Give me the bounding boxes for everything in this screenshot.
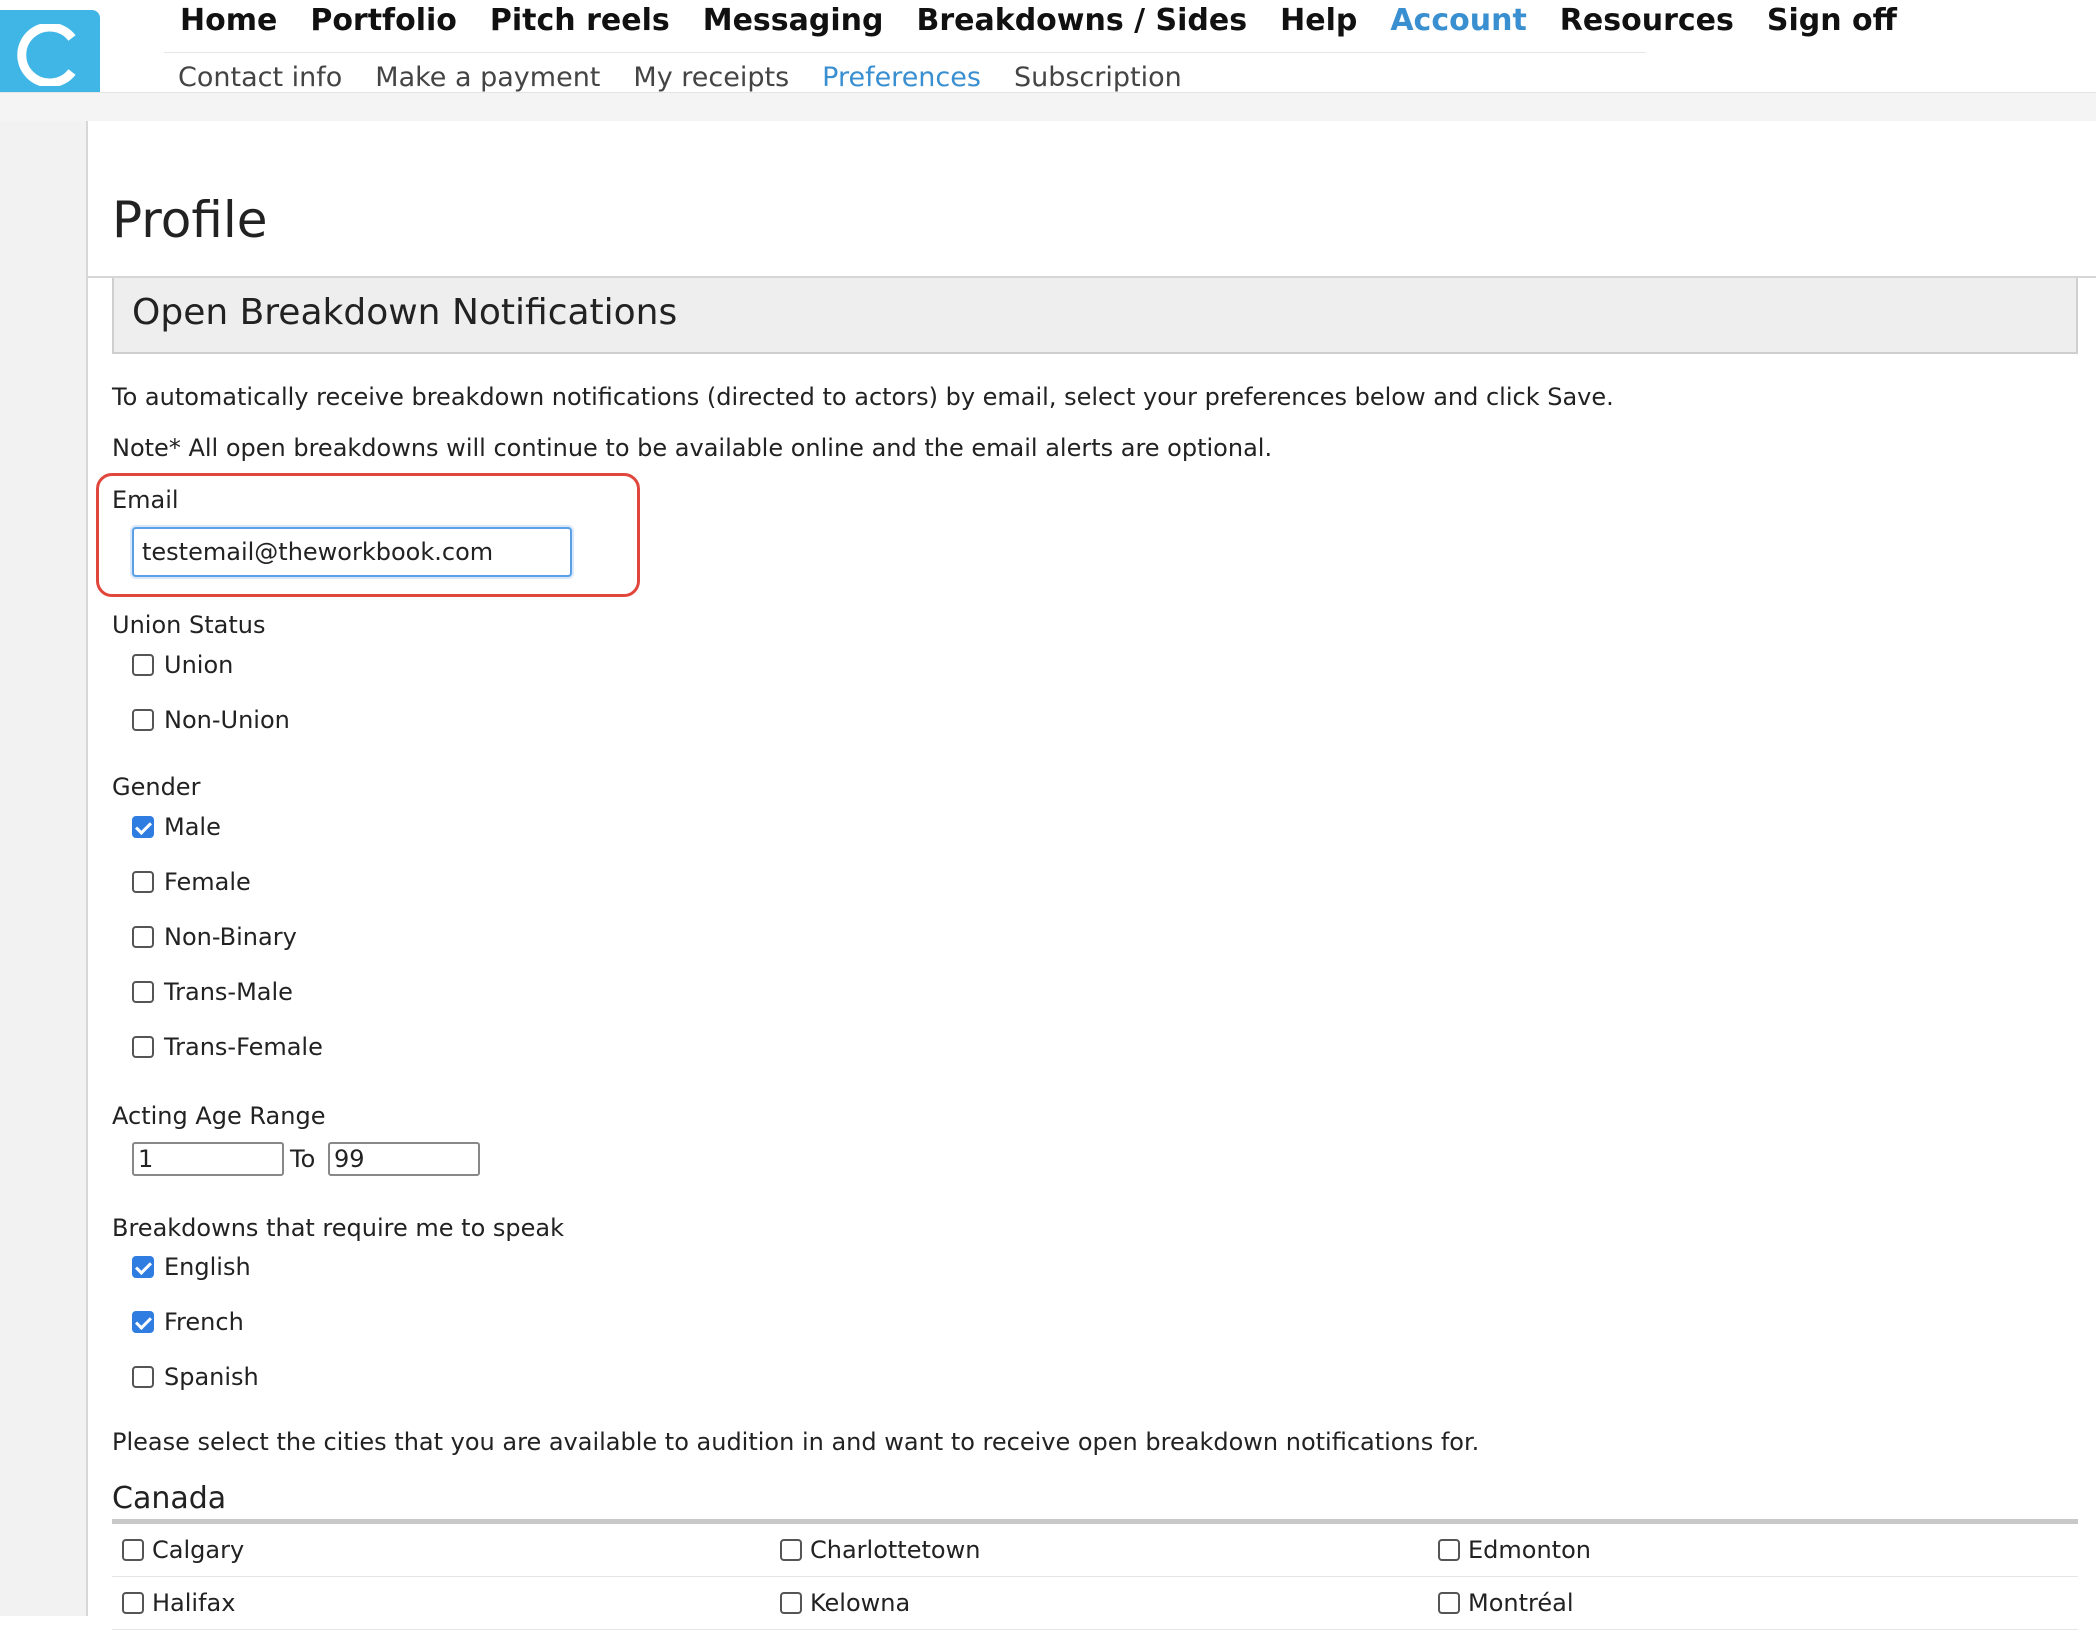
header-spacer-bar — [0, 93, 2096, 121]
main-nav: Home Portfolio Pitch reels Messaging Bre… — [164, 0, 1897, 53]
checkbox-box[interactable] — [122, 1592, 144, 1614]
checkbox-label: Trans-Male — [164, 978, 293, 1006]
section-title: Open Breakdown Notifications — [132, 292, 678, 333]
checkbox-male[interactable]: Male — [132, 811, 221, 843]
checkbox-label: Female — [164, 868, 251, 896]
checkbox-box[interactable] — [132, 871, 154, 893]
age-to-label: To — [290, 1145, 316, 1173]
nav-breakdowns-sides[interactable]: Breakdowns / Sides — [916, 0, 1247, 42]
checkbox-box[interactable] — [1438, 1592, 1460, 1614]
languages-label: Breakdowns that require me to speak — [112, 1214, 564, 1242]
checkbox-label: Montréal — [1468, 1589, 1574, 1617]
checkbox-city-calgary[interactable]: Calgary — [122, 1534, 244, 1566]
left-gutter — [0, 121, 88, 1616]
checkbox-trans-male[interactable]: Trans-Male — [132, 976, 293, 1008]
checkbox-box[interactable] — [1438, 1539, 1460, 1561]
nav-resources[interactable]: Resources — [1560, 0, 1734, 42]
email-field[interactable] — [132, 527, 572, 577]
age-to-input[interactable] — [328, 1142, 480, 1176]
intro-text: To automatically receive breakdown notif… — [112, 383, 1614, 411]
section-header: Open Breakdown Notifications — [112, 278, 2078, 354]
checkbox-label: French — [164, 1308, 244, 1336]
checkbox-city-edmonton[interactable]: Edmonton — [1438, 1534, 1591, 1566]
country-heading: Canada — [112, 1481, 227, 1516]
checkbox-label: Non-Binary — [164, 923, 297, 951]
checkbox-city-halifax[interactable]: Halifax — [122, 1587, 235, 1619]
checkbox-trans-female[interactable]: Trans-Female — [132, 1031, 323, 1063]
checkbox-box[interactable] — [132, 1256, 154, 1278]
checkbox-label: Spanish — [164, 1363, 259, 1391]
checkbox-box[interactable] — [132, 1036, 154, 1058]
checkbox-box[interactable] — [780, 1592, 802, 1614]
checkbox-city-charlottetown[interactable]: Charlottetown — [780, 1534, 980, 1566]
checkbox-label: Edmonton — [1468, 1536, 1591, 1564]
email-label: Email — [112, 486, 179, 514]
checkbox-box[interactable] — [132, 709, 154, 731]
checkbox-non-binary[interactable]: Non-Binary — [132, 921, 297, 953]
main-content: Profile Open Breakdown Notifications To … — [88, 121, 2096, 1630]
checkbox-english[interactable]: English — [132, 1251, 251, 1283]
nav-help[interactable]: Help — [1280, 0, 1357, 42]
checkbox-spanish[interactable]: Spanish — [132, 1361, 259, 1393]
checkbox-label: Kelowna — [810, 1589, 911, 1617]
city-row: Halifax Kelowna Montréal — [112, 1577, 2078, 1630]
nav-home[interactable]: Home — [180, 0, 277, 42]
checkbox-label: Non-Union — [164, 706, 290, 734]
cities-instruction: Please select the cities that you are av… — [112, 1428, 1480, 1456]
checkbox-box[interactable] — [132, 926, 154, 948]
checkbox-female[interactable]: Female — [132, 866, 251, 898]
nav-sign-off[interactable]: Sign off — [1767, 0, 1897, 42]
age-range-label: Acting Age Range — [112, 1102, 326, 1130]
checkbox-box[interactable] — [132, 1366, 154, 1388]
checkbox-city-kelowna[interactable]: Kelowna — [780, 1587, 910, 1619]
checkbox-label: Union — [164, 651, 234, 679]
gender-label: Gender — [112, 773, 201, 801]
checkbox-label: Halifax — [152, 1589, 236, 1617]
checkbox-french[interactable]: French — [132, 1306, 244, 1338]
logo-c-icon — [17, 24, 76, 86]
checkbox-label: Calgary — [152, 1536, 245, 1564]
checkbox-label: Charlottetown — [810, 1536, 981, 1564]
checkbox-box[interactable] — [122, 1539, 144, 1561]
checkbox-city-montreal[interactable]: Montréal — [1438, 1587, 1574, 1619]
page-title: Profile — [112, 191, 268, 249]
logo[interactable] — [0, 10, 100, 92]
checkbox-box[interactable] — [132, 654, 154, 676]
note-text: Note* All open breakdowns will continue … — [112, 434, 1273, 462]
checkbox-box[interactable] — [132, 1311, 154, 1333]
checkbox-box[interactable] — [132, 981, 154, 1003]
nav-pitch-reels[interactable]: Pitch reels — [490, 0, 670, 42]
checkbox-box[interactable] — [132, 816, 154, 838]
checkbox-union[interactable]: Union — [132, 649, 233, 681]
account-subnav: Contact info Make a payment My receipts … — [164, 58, 1201, 94]
nav-portfolio[interactable]: Portfolio — [310, 0, 457, 42]
union-status-label: Union Status — [112, 611, 266, 639]
age-from-input[interactable] — [132, 1142, 284, 1176]
checkbox-label: Trans-Female — [164, 1033, 323, 1061]
checkbox-box[interactable] — [780, 1539, 802, 1561]
checkbox-label: English — [164, 1253, 251, 1281]
checkbox-label: Male — [164, 813, 221, 841]
nav-account[interactable]: Account — [1390, 0, 1526, 42]
checkbox-non-union[interactable]: Non-Union — [132, 704, 290, 736]
nav-messaging[interactable]: Messaging — [703, 0, 884, 42]
city-list: Calgary Charlottetown Edmonton Halifax K… — [112, 1524, 2078, 1630]
city-row: Calgary Charlottetown Edmonton — [112, 1524, 2078, 1577]
